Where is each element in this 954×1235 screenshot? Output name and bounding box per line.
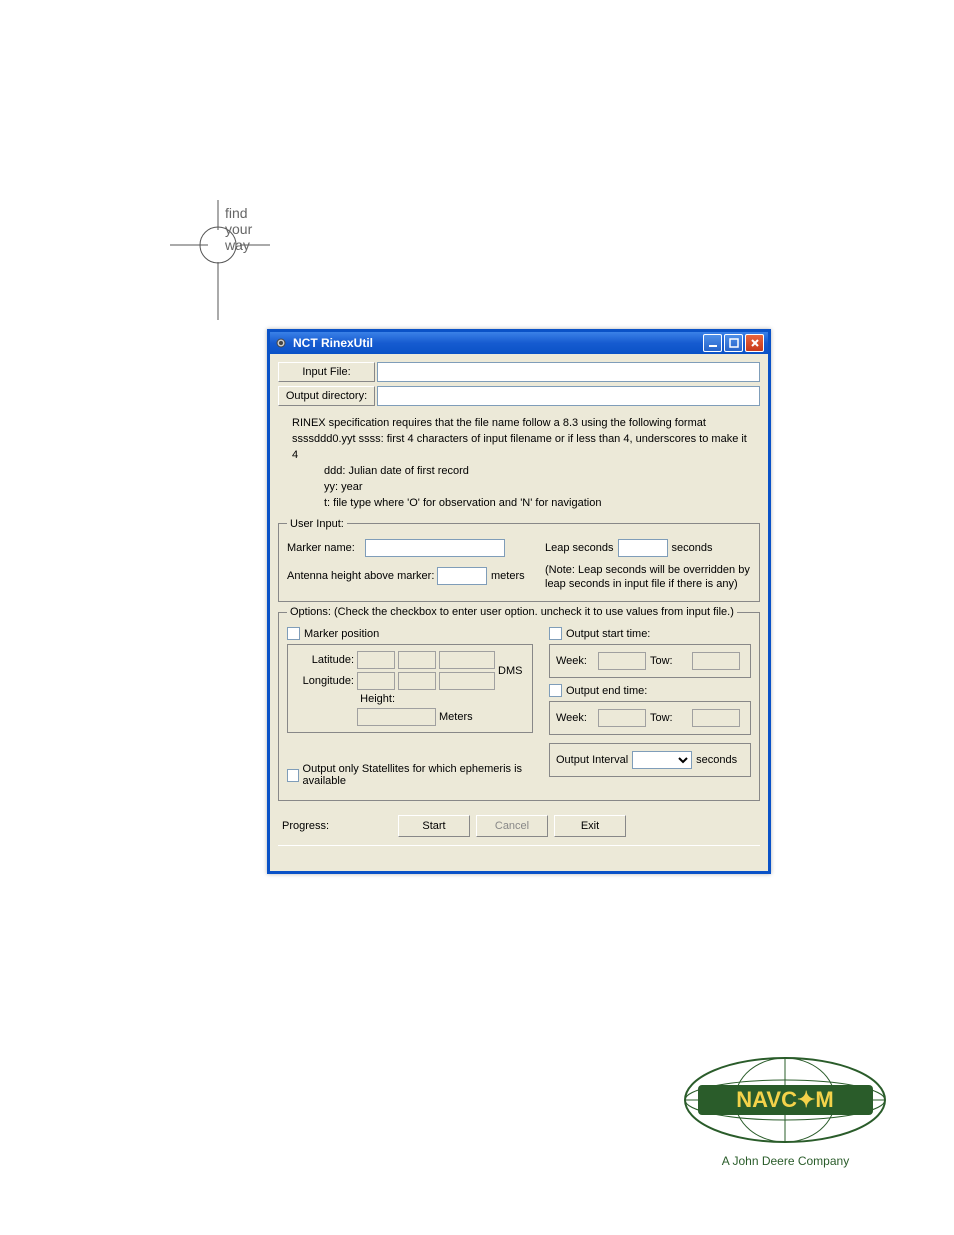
end-week-label: Week: xyxy=(556,712,594,724)
marker-name-input[interactable] xyxy=(365,539,505,557)
user-input-group: User Input: Marker name: Antenna height … xyxy=(278,518,760,603)
output-start-box: Week: Tow: xyxy=(549,644,751,678)
spec-line: RINEX specification requires that the fi… xyxy=(292,416,754,432)
status-bar xyxy=(278,845,760,863)
cancel-button: Cancel xyxy=(476,815,548,837)
satellite-filter-checkbox[interactable] xyxy=(287,769,299,782)
latitude-s-input[interactable] xyxy=(439,651,495,669)
navcom-logo: NAVC✦M A John Deere Company xyxy=(678,1055,893,1168)
height-label: Height: xyxy=(357,693,395,705)
end-week-input[interactable] xyxy=(598,709,646,727)
minimize-button[interactable] xyxy=(703,334,722,352)
exit-button[interactable]: Exit xyxy=(554,815,626,837)
start-tow-label: Tow: xyxy=(650,655,688,667)
input-file-field[interactable] xyxy=(377,362,760,382)
output-end-box: Week: Tow: xyxy=(549,701,751,735)
output-interval-label: Output Interval xyxy=(556,754,628,766)
dms-label: DMS xyxy=(498,665,526,677)
output-end-label: Output end time: xyxy=(566,685,647,697)
maximize-button[interactable] xyxy=(724,334,743,352)
latitude-m-input[interactable] xyxy=(398,651,436,669)
output-interval-select[interactable] xyxy=(632,751,692,769)
spec-line: t: file type where 'O' for observation a… xyxy=(292,496,754,512)
app-icon xyxy=(274,336,288,350)
antenna-height-label: Antenna height above marker: xyxy=(287,570,437,582)
output-interval-box: Output Interval seconds xyxy=(549,743,751,777)
output-directory-button[interactable]: Output directory: xyxy=(278,386,375,406)
options-group: Options: (Check the checkbox to enter us… xyxy=(278,606,760,801)
antenna-height-unit: meters xyxy=(491,570,525,582)
svg-text:way: way xyxy=(224,237,250,253)
marker-position-label: Marker position xyxy=(304,628,379,640)
height-input[interactable] xyxy=(357,708,436,726)
longitude-label: Longitude: xyxy=(294,675,354,687)
marker-name-label: Marker name: xyxy=(287,542,365,554)
input-file-button[interactable]: Input File: xyxy=(278,362,375,382)
spec-line: yy: year xyxy=(292,480,754,496)
marker-position-checkbox[interactable] xyxy=(287,627,300,640)
svg-text:NAVC✦M: NAVC✦M xyxy=(736,1087,833,1112)
rinex-spec-text: RINEX specification requires that the fi… xyxy=(278,410,760,514)
leap-seconds-input[interactable] xyxy=(618,539,668,557)
spec-line: ssssddd0.yyt ssss: first 4 characters of… xyxy=(292,432,754,464)
titlebar[interactable]: NCT RinexUtil xyxy=(270,332,768,354)
options-legend: Options: (Check the checkbox to enter us… xyxy=(287,606,737,618)
height-unit: Meters xyxy=(439,711,495,723)
navcom-tagline: A John Deere Company xyxy=(678,1154,893,1168)
svg-text:your: your xyxy=(225,221,253,237)
leap-seconds-label: Leap seconds xyxy=(545,542,614,554)
spec-line: ddd: Julian date of first record xyxy=(292,464,754,480)
close-button[interactable] xyxy=(745,334,764,352)
start-week-input[interactable] xyxy=(598,652,646,670)
user-input-legend: User Input: xyxy=(287,518,347,530)
leap-seconds-unit: seconds xyxy=(672,542,713,554)
output-interval-unit: seconds xyxy=(696,754,734,766)
leap-note: (Note: Leap seconds will be overridden b… xyxy=(545,563,751,592)
output-directory-field[interactable] xyxy=(377,386,760,406)
end-tow-input[interactable] xyxy=(692,709,740,727)
app-window: NCT RinexUtil Input File: Output directo… xyxy=(267,329,771,874)
end-tow-label: Tow: xyxy=(650,712,688,724)
longitude-s-input[interactable] xyxy=(439,672,495,690)
svg-text:find: find xyxy=(225,205,248,221)
find-your-way-logo: find your way xyxy=(170,200,290,320)
marker-position-box: Latitude: DMS Longitude: Height: xyxy=(287,644,533,733)
start-button[interactable]: Start xyxy=(398,815,470,837)
window-title: NCT RinexUtil xyxy=(293,336,373,350)
antenna-height-input[interactable] xyxy=(437,567,487,585)
start-tow-input[interactable] xyxy=(692,652,740,670)
satellite-filter-label: Output only Statellites for which epheme… xyxy=(303,763,533,787)
output-end-checkbox[interactable] xyxy=(549,684,562,697)
output-start-label: Output start time: xyxy=(566,628,650,640)
longitude-d-input[interactable] xyxy=(357,672,395,690)
latitude-label: Latitude: xyxy=(294,654,354,666)
output-start-checkbox[interactable] xyxy=(549,627,562,640)
longitude-m-input[interactable] xyxy=(398,672,436,690)
start-week-label: Week: xyxy=(556,655,594,667)
latitude-d-input[interactable] xyxy=(357,651,395,669)
progress-label: Progress: xyxy=(282,820,392,832)
